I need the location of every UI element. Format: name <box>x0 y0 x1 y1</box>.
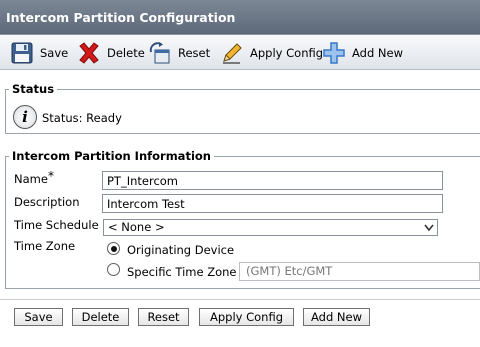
description-input[interactable] <box>102 194 443 213</box>
name-label: Name <box>14 172 48 186</box>
description-label: Description <box>14 195 80 209</box>
delete-button[interactable]: Delete <box>72 308 129 326</box>
toolbar-apply-config-button[interactable]: Apply Config <box>220 39 323 66</box>
title-bar: Intercom Partition Configuration <box>0 0 480 35</box>
add-new-button[interactable]: Add New <box>303 308 370 326</box>
originating-device-radio[interactable] <box>107 242 120 255</box>
apply-config-button[interactable]: Apply Config <box>199 308 294 326</box>
status-legend: Status <box>9 82 58 96</box>
toolbar: Save Delete Reset Apply Config Add New <box>0 35 480 70</box>
specific-time-zone-label: Specific Time Zone <box>127 265 237 279</box>
delete-x-icon <box>79 41 99 64</box>
toolbar-delete-button[interactable]: Delete <box>77 39 145 66</box>
status-text: Status: Ready <box>42 111 122 125</box>
toolbar-save-label: Save <box>40 45 69 60</box>
toolbar-reset-button[interactable]: Reset <box>148 39 210 66</box>
page-title: Intercom Partition Configuration <box>6 10 236 25</box>
toolbar-save-button[interactable]: Save <box>10 39 68 66</box>
reset-button[interactable]: Reset <box>138 308 189 326</box>
pencil-icon <box>223 42 242 64</box>
save-icon <box>11 42 33 63</box>
time-zone-label: Time Zone <box>14 239 76 253</box>
add-plus-icon <box>323 41 345 64</box>
toolbar-add-new-label: Add New <box>352 45 404 60</box>
time-schedule-label: Time Schedule <box>14 218 99 232</box>
specific-time-zone-select[interactable]: (GMT) Etc/GMT <box>239 262 480 281</box>
time-schedule-select[interactable]: < None > <box>103 219 438 236</box>
partition-info-legend: Intercom Partition Information <box>9 149 214 163</box>
toolbar-delete-label: Delete <box>107 45 145 60</box>
specific-time-zone-value: (GMT) Etc/GMT <box>246 264 333 278</box>
toolbar-apply-config-label: Apply Config <box>250 45 324 60</box>
toolbar-add-new-button[interactable]: Add New <box>322 39 403 66</box>
time-schedule-value: < None > <box>108 220 165 234</box>
originating-device-label: Originating Device <box>127 243 235 257</box>
reset-icon <box>149 41 170 63</box>
info-icon: i <box>13 105 37 129</box>
required-mark: * <box>48 169 54 183</box>
save-button[interactable]: Save <box>14 308 63 326</box>
chevron-down-icon <box>424 224 434 232</box>
divider <box>0 299 480 300</box>
specific-time-zone-radio[interactable] <box>107 263 120 276</box>
name-input[interactable] <box>102 171 443 190</box>
toolbar-reset-label: Reset <box>178 45 211 60</box>
